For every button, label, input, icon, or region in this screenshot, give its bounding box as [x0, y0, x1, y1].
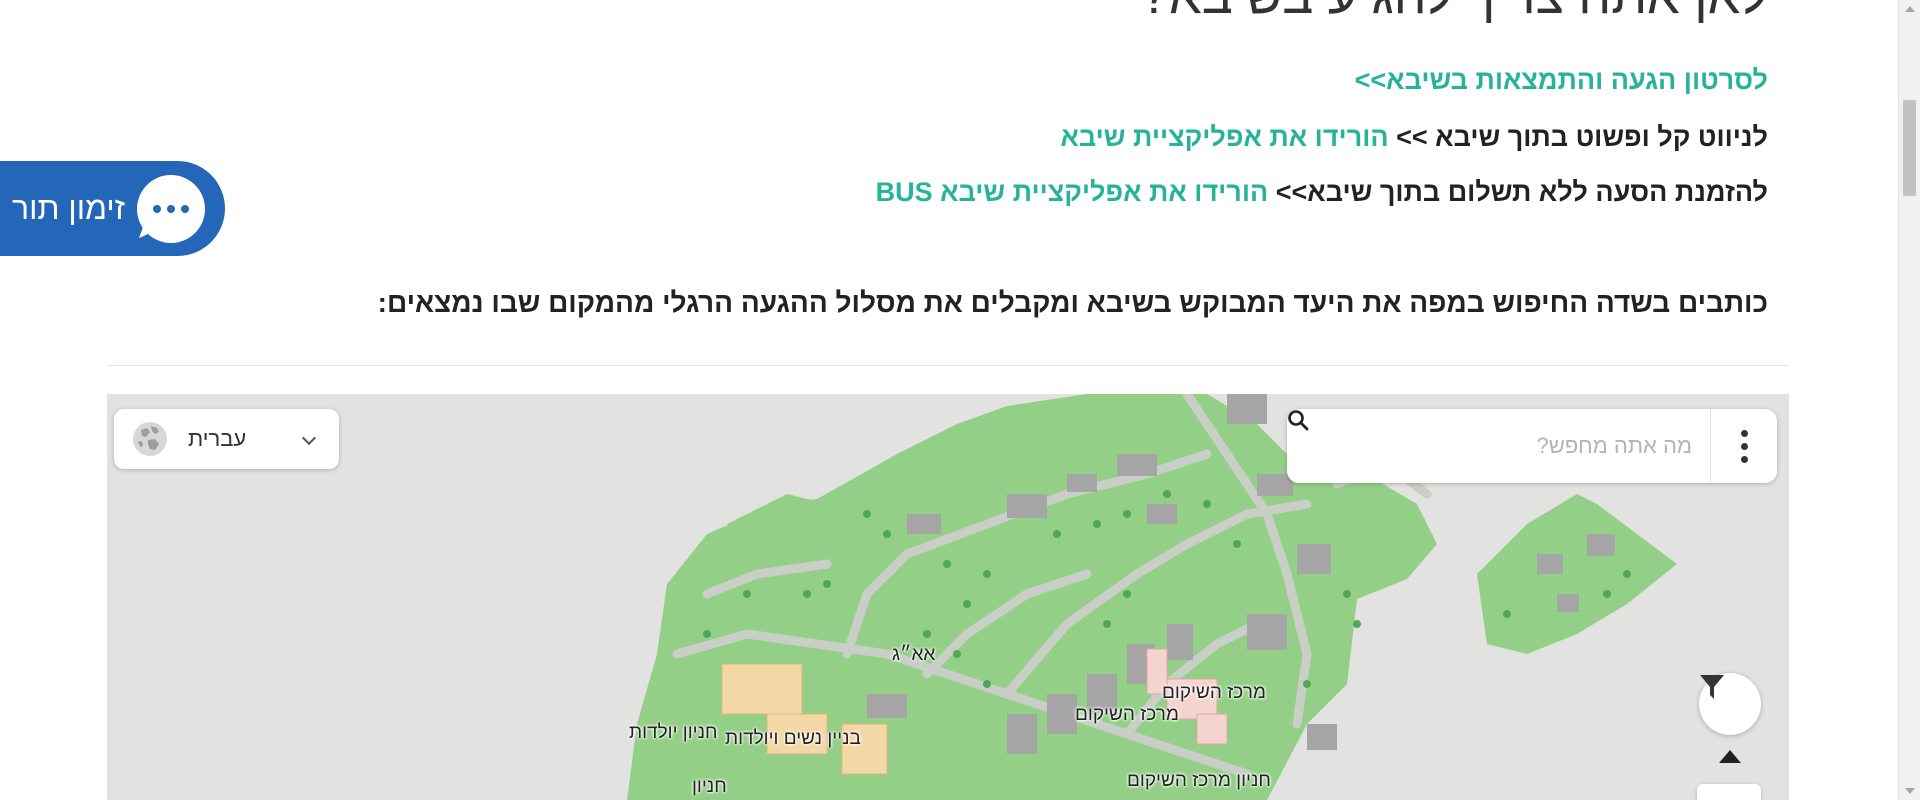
map-label-rehab-center-2[interactable]: מרכז השיקום [1075, 704, 1179, 726]
map-label-women-children-building[interactable]: בניין נשים ויולדות [725, 728, 861, 750]
book-appointment-label: זימון תור [11, 190, 125, 226]
chevron-down-icon [301, 430, 317, 446]
scroll-up-icon[interactable] [1905, 6, 1915, 12]
scroll-down-icon[interactable] [1905, 788, 1915, 794]
scrollbar-thumb[interactable] [1903, 100, 1916, 196]
map-search-input[interactable] [1347, 427, 1692, 465]
language-selector[interactable]: עברית [114, 409, 339, 469]
download-bus-app-link[interactable]: הורידו את אפליקציית שיבא BUS [876, 177, 1269, 207]
map-label-rehab-parking[interactable]: חניון מרכז השיקום [1127, 770, 1271, 792]
chat-bubble-icon [137, 174, 205, 243]
download-app-link[interactable]: הורידו את אפליקציית שיבא [1061, 122, 1389, 152]
map-search-box [1287, 409, 1777, 483]
arrival-video-link[interactable]: לסרטון הגעה והתמצאות בשיבא>> [1355, 65, 1768, 95]
globe-icon [133, 422, 167, 456]
map-label-parking[interactable]: חניון [692, 776, 727, 798]
section-divider [107, 365, 1789, 366]
video-link-line: לסרטון הגעה והתמצאות בשיבא>> [1355, 65, 1768, 96]
filter-icon [1700, 675, 1724, 699]
page-content: לאן אתה צריך להגיע בשיבא? לסרטון הגעה וה… [0, 0, 1898, 800]
filter-button[interactable] [1699, 673, 1761, 735]
map-instruction-text: כותבים בשדה החיפוש במפה את היעד המבוקש ב… [377, 287, 1768, 318]
triangle-up-icon[interactable] [1719, 750, 1741, 763]
navigation-app-line: לניווט קל ופשוט בתוך שיבא >> הורידו את א… [1061, 122, 1769, 153]
page-heading: לאן אתה צריך להגיע בשיבא? [1140, 0, 1768, 26]
zoom-control[interactable] [1697, 784, 1761, 800]
campus-map[interactable]: אא״ג מרכז השיקום מרכז השיקום חניון מרכז … [107, 394, 1789, 800]
search-icon[interactable] [1287, 409, 1309, 431]
map-label-maternity-parking[interactable]: חניון יולדות [629, 722, 718, 744]
shuttle-app-line: להזמנת הסעה ללא תשלום בתוך שיבא>> הורידו… [876, 177, 1768, 208]
map-label-aai[interactable]: אא״ג [892, 644, 935, 666]
language-selected: עברית [188, 426, 247, 451]
kebab-menu-icon[interactable] [1710, 409, 1777, 483]
page-scrollbar[interactable] [1898, 0, 1920, 800]
shuttle-app-text: להזמנת הסעה ללא תשלום בתוך שיבא>> [1268, 177, 1768, 207]
book-appointment-button[interactable]: זימון תור [0, 161, 225, 256]
navigation-app-text: לניווט קל ופשוט בתוך שיבא >> [1388, 122, 1768, 152]
map-label-rehab-center[interactable]: מרכז השיקום [1162, 682, 1266, 704]
